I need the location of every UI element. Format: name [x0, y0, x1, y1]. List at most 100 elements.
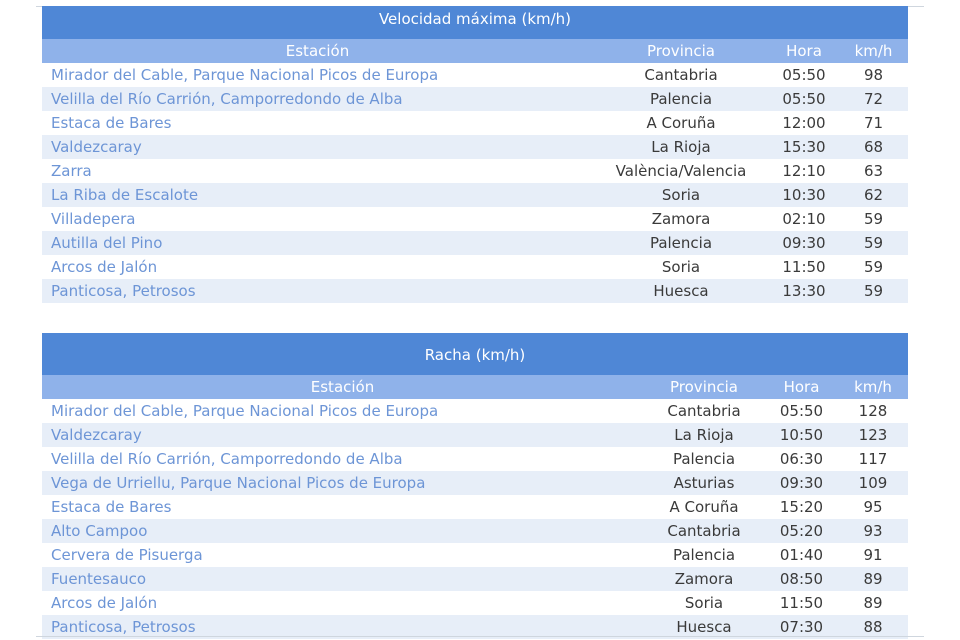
- column-header-kmh[interactable]: km/h: [838, 375, 908, 399]
- time-cell: 01:40: [765, 543, 838, 567]
- column-header-station[interactable]: Estación: [42, 39, 593, 63]
- table-row: Zarra València/Valencia 12:10 63: [42, 159, 908, 183]
- time-cell: 13:30: [769, 279, 839, 303]
- station-cell[interactable]: Alto Campoo: [42, 519, 643, 543]
- station-cell[interactable]: Velilla del Río Carrión, Camporredondo d…: [42, 87, 593, 111]
- station-cell[interactable]: Autilla del Pino: [42, 231, 593, 255]
- column-header-time[interactable]: Hora: [765, 375, 838, 399]
- station-cell[interactable]: Zarra: [42, 159, 593, 183]
- station-cell[interactable]: Velilla del Río Carrión, Camporredondo d…: [42, 447, 643, 471]
- station-cell[interactable]: Panticosa, Petrosos: [42, 279, 593, 303]
- table-row: Estaca de Bares A Coruña 15:20 95: [42, 495, 908, 519]
- station-cell[interactable]: Valdezcaray: [42, 423, 643, 447]
- province-cell: Palencia: [643, 447, 765, 471]
- time-cell: 10:50: [765, 423, 838, 447]
- time-cell: 02:10: [769, 207, 839, 231]
- table-row: Velilla del Río Carrión, Camporredondo d…: [42, 447, 908, 471]
- time-cell: 11:50: [765, 591, 838, 615]
- station-cell[interactable]: Valdezcaray: [42, 135, 593, 159]
- table-row: Mirador del Cable, Parque Nacional Picos…: [42, 63, 908, 87]
- speed-cell: 117: [838, 447, 908, 471]
- station-cell[interactable]: La Riba de Escalote: [42, 183, 593, 207]
- table-row: La Riba de Escalote Soria 10:30 62: [42, 183, 908, 207]
- column-header-province[interactable]: Provincia: [593, 39, 769, 63]
- column-header-province[interactable]: Provincia: [643, 375, 765, 399]
- station-cell[interactable]: Estaca de Bares: [42, 495, 643, 519]
- station-cell[interactable]: Fuentesauco: [42, 567, 643, 591]
- station-cell[interactable]: Vega de Urriellu, Parque Nacional Picos …: [42, 471, 643, 495]
- speed-cell: 68: [839, 135, 908, 159]
- time-cell: 15:30: [769, 135, 839, 159]
- speed-cell: 71: [839, 111, 908, 135]
- speed-cell: 59: [839, 207, 908, 231]
- table-row: Velilla del Río Carrión, Camporredondo d…: [42, 87, 908, 111]
- time-cell: 10:30: [769, 183, 839, 207]
- speed-cell: 63: [839, 159, 908, 183]
- station-cell[interactable]: Arcos de Jalón: [42, 255, 593, 279]
- province-cell: A Coruña: [643, 495, 765, 519]
- speed-cell: 91: [838, 543, 908, 567]
- station-cell[interactable]: Villadepera: [42, 207, 593, 231]
- province-cell: Huesca: [593, 279, 769, 303]
- province-cell: Palencia: [643, 543, 765, 567]
- station-cell[interactable]: Estaca de Bares: [42, 111, 593, 135]
- time-cell: 09:30: [765, 471, 838, 495]
- province-cell: Zamora: [593, 207, 769, 231]
- table-row: Cervera de Pisuerga Palencia 01:40 91: [42, 543, 908, 567]
- speed-cell: 89: [838, 591, 908, 615]
- speed-cell: 72: [839, 87, 908, 111]
- time-cell: 12:00: [769, 111, 839, 135]
- province-cell: Asturias: [643, 471, 765, 495]
- speed-cell: 89: [838, 567, 908, 591]
- time-cell: 05:50: [769, 63, 839, 87]
- time-cell: 05:20: [765, 519, 838, 543]
- column-header-station[interactable]: Estación: [42, 375, 643, 399]
- station-cell[interactable]: Mirador del Cable, Parque Nacional Picos…: [42, 399, 643, 423]
- max-speed-body: Mirador del Cable, Parque Nacional Picos…: [42, 63, 908, 303]
- time-cell: 11:50: [769, 255, 839, 279]
- time-cell: 05:50: [769, 87, 839, 111]
- province-cell: Soria: [593, 255, 769, 279]
- max-speed-header-row: Estación Provincia Hora km/h: [42, 39, 908, 63]
- column-header-kmh[interactable]: km/h: [839, 39, 908, 63]
- province-cell: Soria: [643, 591, 765, 615]
- province-cell: Cantabria: [643, 519, 765, 543]
- province-cell: La Rioja: [643, 423, 765, 447]
- speed-cell: 123: [838, 423, 908, 447]
- time-cell: 12:10: [769, 159, 839, 183]
- time-cell: 15:20: [765, 495, 838, 519]
- station-cell[interactable]: Mirador del Cable, Parque Nacional Picos…: [42, 63, 593, 87]
- speed-cell: 59: [839, 255, 908, 279]
- station-cell[interactable]: Cervera de Pisuerga: [42, 543, 643, 567]
- province-cell: València/Valencia: [593, 159, 769, 183]
- gust-header-row: Estación Provincia Hora km/h: [42, 375, 908, 399]
- gust-table: Racha (km/h) Estación Provincia Hora km/…: [42, 333, 908, 639]
- gust-body: Mirador del Cable, Parque Nacional Picos…: [42, 399, 908, 639]
- table-row: Vega de Urriellu, Parque Nacional Picos …: [42, 471, 908, 495]
- time-cell: 08:50: [765, 567, 838, 591]
- speed-cell: 128: [838, 399, 908, 423]
- station-cell[interactable]: Arcos de Jalón: [42, 591, 643, 615]
- speed-cell: 95: [838, 495, 908, 519]
- gust-title: Racha (km/h): [42, 333, 908, 375]
- province-cell: Palencia: [593, 231, 769, 255]
- speed-cell: 98: [839, 63, 908, 87]
- table-row: Valdezcaray La Rioja 15:30 68: [42, 135, 908, 159]
- province-cell: Palencia: [593, 87, 769, 111]
- time-cell: 09:30: [769, 231, 839, 255]
- province-cell: Soria: [593, 183, 769, 207]
- max-speed-title: Velocidad máxima (km/h): [42, 6, 908, 39]
- time-cell: 06:30: [765, 447, 838, 471]
- province-cell: A Coruña: [593, 111, 769, 135]
- bottom-divider: [36, 636, 924, 637]
- time-cell: 05:50: [765, 399, 838, 423]
- table-row: Valdezcaray La Rioja 10:50 123: [42, 423, 908, 447]
- table-row: Alto Campoo Cantabria 05:20 93: [42, 519, 908, 543]
- column-header-time[interactable]: Hora: [769, 39, 839, 63]
- speed-cell: 93: [838, 519, 908, 543]
- table-row: Arcos de Jalón Soria 11:50 89: [42, 591, 908, 615]
- speed-cell: 62: [839, 183, 908, 207]
- speed-cell: 59: [839, 279, 908, 303]
- speed-cell: 109: [838, 471, 908, 495]
- speed-cell: 59: [839, 231, 908, 255]
